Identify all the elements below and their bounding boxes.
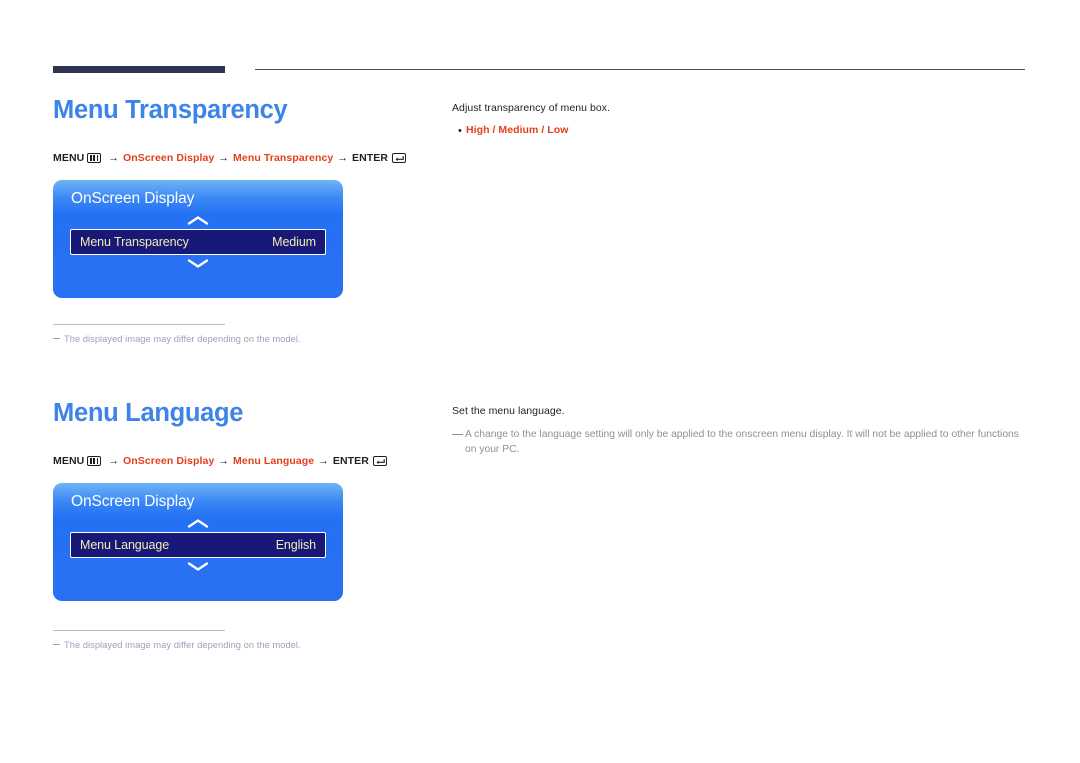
description-note: A change to the language setting will on…	[465, 428, 1019, 455]
footnote-text-wrap: The displayed image may differ depending…	[53, 640, 473, 650]
description-lead: Adjust transparency of menu box.	[452, 102, 611, 114]
osd-row-value: English	[275, 538, 316, 552]
option-bullet-row: • High / Medium / Low	[452, 124, 1032, 138]
document-page: Menu Transparency MENU → OnScreen Displa…	[0, 0, 1080, 763]
header-rule-thick	[53, 66, 225, 73]
breadcrumb-menu-label: MENU	[53, 152, 85, 164]
osd-highlighted-row[interactable]: Menu Language English	[70, 532, 326, 558]
breadcrumb-path-onscreen-display[interactable]: OnScreen Display	[123, 455, 214, 467]
description-column: Adjust transparency of menu box. • High …	[452, 101, 1032, 138]
breadcrumb-path-menu-transparency[interactable]: Menu Transparency	[233, 152, 333, 164]
breadcrumb-arrow-3: →	[337, 152, 348, 164]
breadcrumb-path-menu-language[interactable]: Menu Language	[233, 455, 314, 467]
osd-title: OnScreen Display	[71, 493, 195, 510]
enter-return-icon	[392, 153, 407, 163]
breadcrumb-arrow-3: →	[318, 455, 329, 467]
header-rule-thin	[255, 69, 1025, 70]
enter-return-icon	[372, 456, 387, 466]
footnote-block: The displayed image may differ depending…	[53, 324, 473, 344]
chevron-down-icon[interactable]	[53, 559, 343, 577]
osd-row-label: Menu Transparency	[80, 235, 189, 249]
breadcrumb-arrow-1: →	[108, 455, 119, 467]
description-lead: Set the menu language.	[452, 405, 565, 417]
note-dash-icon	[452, 433, 463, 436]
breadcrumb-enter-label: ENTER	[332, 455, 369, 467]
header-rules	[53, 66, 1025, 74]
footnote-text: The displayed image may differ depending…	[64, 334, 301, 344]
footnote-text-wrap: The displayed image may differ depending…	[53, 334, 473, 344]
osd-row-label: Menu Language	[80, 538, 170, 552]
bullet-dot-icon: •	[458, 124, 462, 137]
breadcrumb-enter-label: ENTER	[351, 152, 389, 164]
osd-highlighted-row[interactable]: Menu Transparency Medium	[70, 229, 326, 255]
osd-preview-menu-language: OnScreen Display Menu Language English	[53, 483, 343, 601]
menu-grid-icon	[87, 456, 102, 466]
osd-row-value: Medium	[272, 235, 316, 249]
description-column: Set the menu language. A change to the l…	[452, 404, 1032, 458]
breadcrumb: MENU → OnScreen Display → Menu Transpare…	[53, 152, 407, 164]
chevron-down-icon[interactable]	[53, 256, 343, 274]
menu-grid-icon	[87, 153, 102, 163]
description-note-row: A change to the language setting will on…	[452, 428, 1032, 458]
osd-preview-menu-transparency: OnScreen Display Menu Transparency Mediu…	[53, 180, 343, 298]
footnote-dash-icon	[53, 338, 60, 339]
breadcrumb-path-onscreen-display[interactable]: OnScreen Display	[123, 152, 214, 164]
page-title: Menu Language	[53, 399, 244, 427]
breadcrumb: MENU → OnScreen Display → Menu Language …	[53, 455, 387, 467]
breadcrumb-arrow-1: →	[108, 152, 119, 164]
footnote-block: The displayed image may differ depending…	[53, 630, 473, 650]
breadcrumb-menu-label: MENU	[53, 455, 85, 467]
page-title: Menu Transparency	[53, 96, 288, 124]
footnote-rule	[53, 324, 225, 325]
osd-title: OnScreen Display	[71, 190, 195, 207]
footnote-dash-icon	[53, 644, 60, 645]
option-values: High / Medium / Low	[466, 123, 569, 136]
breadcrumb-arrow-2: →	[218, 152, 230, 164]
breadcrumb-arrow-2: →	[218, 455, 230, 467]
footnote-text: The displayed image may differ depending…	[64, 640, 301, 650]
footnote-rule	[53, 630, 225, 631]
